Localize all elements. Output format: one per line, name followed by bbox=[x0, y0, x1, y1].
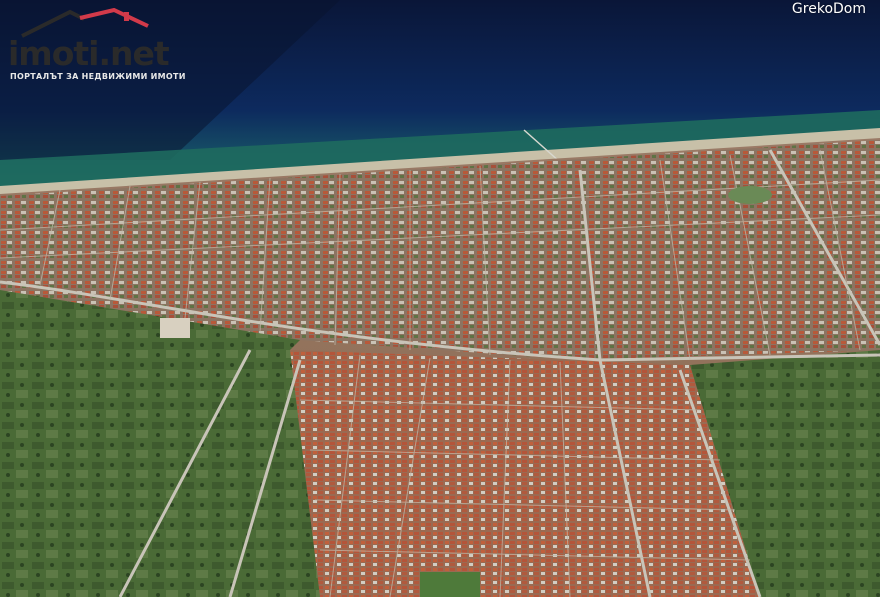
park bbox=[728, 186, 772, 204]
field-patch bbox=[420, 572, 480, 597]
logo-wordmark: imoti.net bbox=[8, 34, 170, 73]
map-view[interactable]: imoti.net ПОРТАЛЪТ ЗА НЕДВИЖИМИ ИМОТИ Gr… bbox=[0, 0, 880, 597]
sports-ground bbox=[160, 318, 190, 338]
logo-tagline: ПОРТАЛЪТ ЗА НЕДВИЖИМИ ИМОТИ bbox=[10, 72, 186, 81]
town-south bbox=[290, 350, 760, 597]
image-credit: GrekoDom bbox=[791, 1, 866, 17]
imoti-logo[interactable]: imoti.net ПОРТАЛЪТ ЗА НЕДВИЖИМИ ИМОТИ bbox=[8, 8, 185, 88]
satellite-imagery[interactable] bbox=[0, 0, 880, 597]
